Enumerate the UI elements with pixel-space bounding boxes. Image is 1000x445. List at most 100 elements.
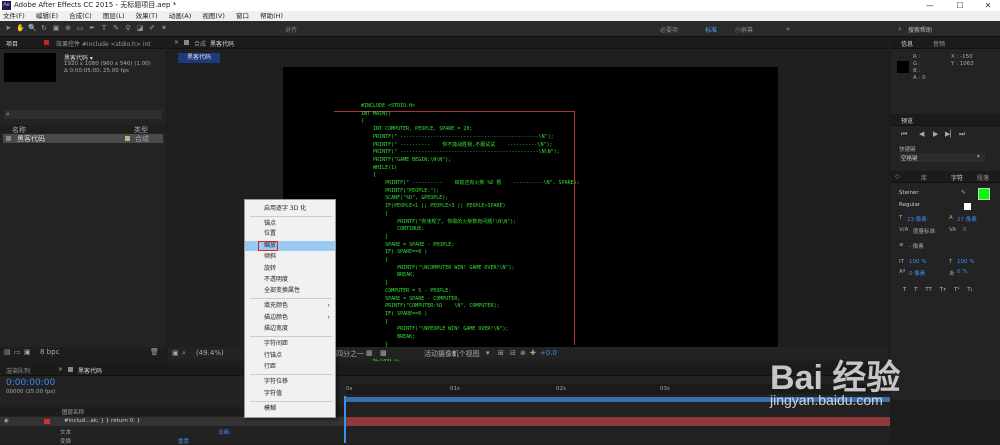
menu-item-anchor[interactable]: 锚点 [245, 219, 335, 229]
last-frame-icon[interactable]: ⏭ [959, 130, 965, 139]
minimize-button[interactable]: — [920, 0, 940, 11]
kerning[interactable]: 度量标准 [913, 227, 935, 235]
first-frame-icon[interactable]: ⏮ [901, 130, 907, 139]
fill-color-swatch[interactable] [978, 188, 990, 200]
workspace-small-screen[interactable]: 小屏幕 [735, 25, 753, 34]
white-swatch[interactable] [964, 203, 971, 210]
font-family-select[interactable]: Steiner [899, 190, 919, 196]
layer-row[interactable]: ◉ #includ...ak; } } return 0; } [0, 417, 344, 426]
menu-item-per-char-3d[interactable]: 启用逐字 3D 化 [245, 204, 335, 214]
interpret-footage-icon[interactable]: ▤ [4, 348, 11, 356]
camera-tool-icon[interactable]: ▣ [52, 24, 60, 32]
selection-tool-icon[interactable]: ➤ [4, 24, 12, 32]
pan-behind-tool-icon[interactable]: ⊕ [64, 24, 72, 32]
play-icon[interactable]: ▶ [933, 130, 938, 138]
reset-button[interactable]: 重置 [178, 437, 189, 445]
label-color-icon[interactable] [44, 419, 50, 424]
magnify-icon[interactable]: ⌕ [182, 349, 186, 358]
layer-name[interactable]: #includ...ak; } } return 0; } [64, 418, 140, 424]
column-layer-name[interactable]: 图层名称 [62, 408, 84, 416]
views-select[interactable]: 1 个视图 [452, 349, 480, 359]
subscript-button[interactable]: T₁ [967, 287, 973, 293]
current-timecode[interactable]: 0:00:00:00 [6, 378, 55, 388]
sub-text[interactable]: 文本 [60, 428, 71, 436]
roto-brush-tool-icon[interactable]: ✐ [148, 24, 156, 32]
leading[interactable]: 27 像素 [957, 215, 977, 223]
menu-file[interactable]: 文件(F) [3, 12, 25, 20]
menu-item-skew[interactable]: 倾斜 [245, 252, 335, 262]
close-button[interactable]: ✕ [978, 0, 998, 11]
puppet-tool-icon[interactable]: ✶ [160, 24, 168, 32]
close-tab-icon[interactable]: ✕ [58, 366, 63, 373]
resolution-select[interactable]: 四分之一 [336, 349, 364, 359]
tab-library[interactable]: 库 [921, 173, 927, 182]
layer-duration-bar[interactable] [346, 417, 890, 426]
prev-frame-icon[interactable]: ◀ [919, 130, 924, 138]
menu-effect[interactable]: 效果(T) [136, 12, 158, 20]
animate-label[interactable]: 动画: [218, 428, 231, 436]
menu-item-line-spacing[interactable]: 行距 [245, 362, 335, 372]
region-icon[interactable]: ▦ [366, 349, 373, 357]
menu-layer[interactable]: 图层(L) [103, 12, 125, 20]
tab-comp-name[interactable]: 黑客代码 [210, 39, 234, 48]
maximize-button[interactable]: ☐ [950, 0, 970, 11]
align-label[interactable]: 对齐 [285, 25, 297, 34]
all-caps-button[interactable]: TT [925, 287, 932, 293]
menu-item-char-offset[interactable]: 字符位移 [245, 377, 335, 387]
brush-tool-icon[interactable]: ✎ [112, 24, 120, 32]
horizontal-scale[interactable]: 100 % [957, 259, 974, 265]
tab-info[interactable]: 信息 [901, 39, 913, 48]
menu-item-scale[interactable]: 缩放 [245, 241, 335, 251]
close-tab-icon[interactable]: ✕ [174, 39, 179, 46]
menu-item-stroke-color[interactable]: 描边颜色 › [245, 313, 335, 323]
tab-render-queue[interactable]: 渲染队列 [6, 366, 30, 375]
tab-effect-controls[interactable]: 效果控件 #include <stdio.h> int [56, 39, 151, 48]
menu-item-tracking[interactable]: 字符间距 [245, 339, 335, 349]
preview-icon[interactable]: ▣ [172, 349, 179, 357]
tracking[interactable]: 0 [963, 227, 967, 233]
sub-transform[interactable]: 变换 [60, 437, 71, 445]
exposure-value[interactable]: +0.0 [540, 349, 557, 357]
tsume[interactable]: 0 % [957, 269, 967, 275]
menu-item-position[interactable]: 位置 [245, 229, 335, 239]
menu-help[interactable]: 帮助(H) [260, 12, 283, 20]
vertical-scale[interactable]: 100 % [909, 259, 926, 265]
superscript-button[interactable]: T¹ [954, 287, 960, 293]
project-search-input[interactable]: ⌕ [4, 110, 162, 119]
shortcut-select[interactable]: 空格键 ▾ [899, 153, 985, 162]
new-folder-icon[interactable]: ▭ [14, 348, 21, 356]
eyedropper-icon[interactable]: ✎ [961, 190, 966, 196]
stroke-width[interactable]: - 像素 [909, 242, 924, 250]
workspace-standard[interactable]: 标准 [705, 25, 717, 34]
hand-tool-icon[interactable]: ✋ [16, 24, 25, 32]
small-caps-button[interactable]: Tт [940, 287, 947, 293]
faux-bold-button[interactable]: T [903, 287, 906, 293]
menu-edit[interactable]: 编辑(E) [36, 12, 58, 20]
zoom-level[interactable]: (49.4%) [196, 349, 224, 357]
comp-canvas[interactable]: #INCLUDE <STDIO.H> INT MAIN(){ INT COMPUT… [283, 67, 778, 371]
zoom-tool-icon[interactable]: 🔍 [28, 24, 37, 32]
menu-animation[interactable]: 动画(A) [169, 12, 192, 20]
menu-item-all-transform[interactable]: 全部变换属性 [245, 286, 335, 296]
rotate-tool-icon[interactable]: ↻ [40, 24, 48, 32]
tab-timeline-comp[interactable]: 黑客代码 [78, 366, 102, 375]
views-dropdown-icon[interactable]: ▾ [486, 349, 490, 357]
tab-effects-presets[interactable]: ◇ [895, 173, 900, 180]
workspace-menu-icon[interactable]: » [784, 25, 792, 33]
reset-exposure-icon[interactable]: ✚ [530, 349, 536, 357]
clone-stamp-tool-icon[interactable]: ⚲ [124, 24, 132, 32]
pen-tool-icon[interactable]: ✒ [88, 24, 96, 32]
menu-view[interactable]: 视图(V) [202, 12, 225, 20]
transparency-grid-icon[interactable]: ▩ [380, 349, 387, 357]
menu-item-stroke-width[interactable]: 描边宽度 [245, 324, 335, 334]
menu-item-rotation[interactable]: 旋转 [245, 264, 335, 274]
next-frame-icon[interactable]: ▶▏ [945, 130, 956, 138]
help-search-input[interactable]: 搜索帮助 [908, 25, 932, 34]
menu-item-char-value[interactable]: 字符值 [245, 389, 335, 399]
comp-subtab[interactable]: 黑客代码 [178, 53, 220, 63]
visibility-icon[interactable]: ◉ [4, 418, 9, 424]
tab-paragraph[interactable]: 段落 [977, 173, 989, 182]
rectangle-tool-icon[interactable]: ▭ [76, 24, 84, 32]
flowchart-icon[interactable]: ⊗ [520, 349, 526, 357]
menu-item-fill-color[interactable]: 填充颜色 › [245, 301, 335, 311]
